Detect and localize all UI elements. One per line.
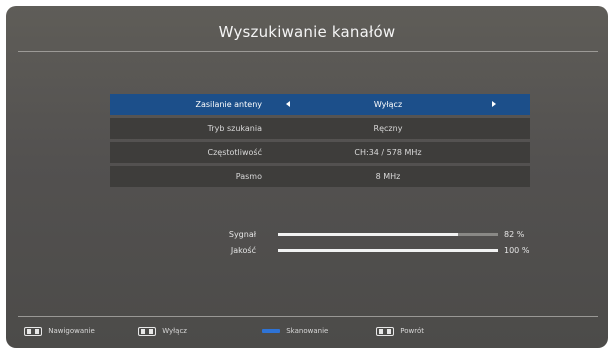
quality-fill <box>278 249 498 252</box>
menu-row-value: Ręczny <box>373 124 403 133</box>
signal-label: Sygnał <box>228 230 256 239</box>
menu-row-label: Częstotliwość <box>207 148 263 157</box>
footer-item-exit: Wyłącz <box>138 324 187 338</box>
signal-fill <box>278 233 459 236</box>
menu-row-frequency[interactable]: Częstotliwość CH:34 / 578 MHz <box>110 142 530 163</box>
exit-keypad-icon <box>138 326 156 336</box>
menu-row-search-mode[interactable]: Tryb szukania Ręczny <box>110 118 530 139</box>
signal-track <box>278 233 498 236</box>
menu-row-label: Tryb szukania <box>207 124 262 133</box>
footer-label: Wyłącz <box>162 327 187 335</box>
menu-row-value: CH:34 / 578 MHz <box>354 148 422 157</box>
settings-menu: Zasilanie anteny Wyłącz Tryb szukania Rę… <box>110 94 530 190</box>
menu-row-label: Pasmo <box>235 172 262 181</box>
menu-row-value: 8 MHz <box>375 172 401 181</box>
footer-help: Nawigowanie Wyłącz Skanowanie Powrót <box>6 320 608 342</box>
signal-meter: Sygnał 82 % <box>186 228 546 242</box>
menu-row-antenna-power[interactable]: Zasilanie anteny Wyłącz <box>110 94 530 115</box>
menu-row-label: Zasilanie anteny <box>195 100 263 109</box>
quality-percent: 100 % <box>504 246 530 255</box>
ok-keypad-icon <box>24 326 42 336</box>
footer-label: Powrót <box>400 327 424 335</box>
quality-meter: Jakość 100 % <box>186 244 546 258</box>
footer-item-navigate: Nawigowanie <box>24 324 95 338</box>
footer-label: Nawigowanie <box>48 327 95 335</box>
footer-item-scan: Skanowanie <box>262 324 328 338</box>
blue-key-icon <box>262 329 280 333</box>
menu-row-bandwidth[interactable]: Pasmo 8 MHz <box>110 166 530 187</box>
tv-screen: Wyszukiwanie kanałów Zasilanie anteny Wy… <box>6 6 608 348</box>
footer-label: Skanowanie <box>286 327 329 335</box>
footer-item-back: Powrót <box>376 324 424 338</box>
arrow-right-icon[interactable] <box>492 101 496 107</box>
signal-percent: 82 % <box>504 230 525 239</box>
page-title: Wyszukiwanie kanałów <box>218 23 396 41</box>
back-keypad-icon <box>376 326 394 336</box>
footer-divider <box>18 316 598 317</box>
menu-row-value: Wyłącz <box>373 100 403 109</box>
quality-track <box>278 249 498 252</box>
title-divider <box>18 51 598 52</box>
quality-label: Jakość <box>230 246 256 255</box>
